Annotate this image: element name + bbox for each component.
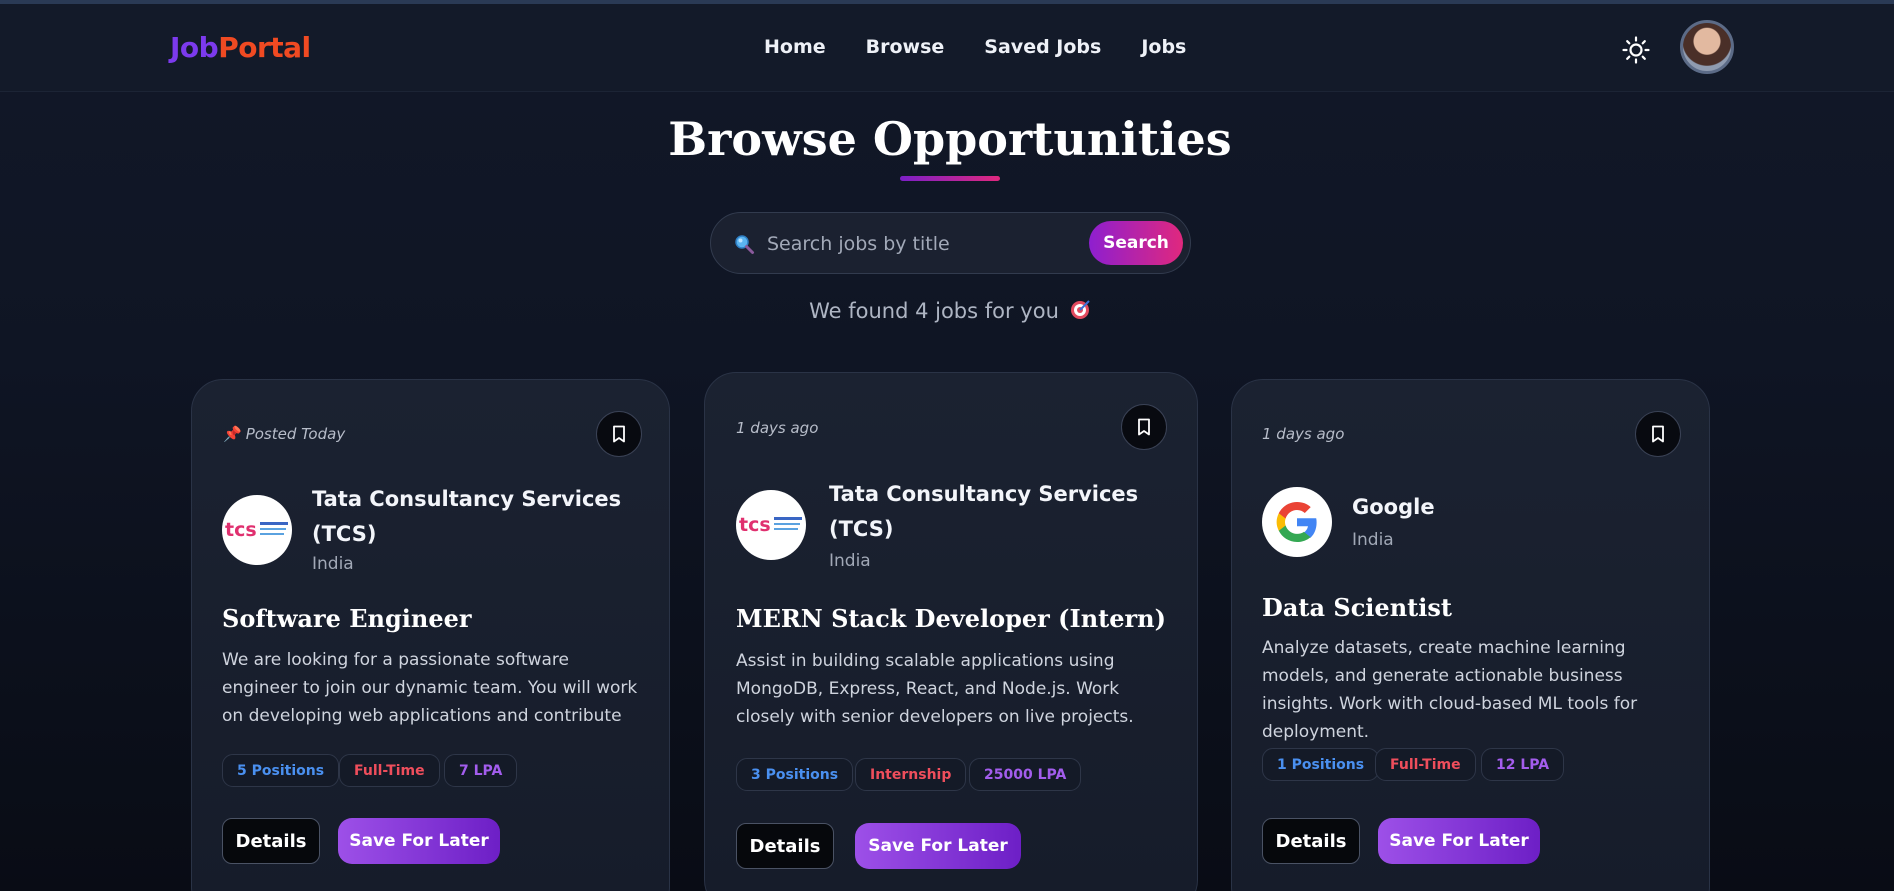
details-button[interactable]: Details (222, 818, 320, 864)
posted-date: 📌 Posted Today (223, 425, 345, 443)
job-description: Analyze datasets, create machine learnin… (1262, 638, 1638, 742)
save-for-later-button[interactable]: Save For Later (338, 818, 500, 864)
company-name: Tata Consultancy Services (TCS) (312, 487, 622, 546)
job-type-badge: Full-Time (1375, 748, 1476, 781)
svg-text:tcs: tcs (225, 519, 257, 541)
salary-badge: 7 LPA (444, 754, 518, 787)
results-count: We found 4 jobs for you (0, 298, 1894, 325)
positions-badge: 1 Positions (1262, 748, 1380, 781)
logo-portal-text: Portal (218, 31, 311, 64)
pin-icon: 📌 (223, 425, 242, 443)
job-title[interactable]: MERN Stack Developer (Intern) (736, 604, 1166, 633)
title-underline (900, 176, 1000, 181)
positions-badge: 3 Positions (736, 758, 854, 791)
search-button[interactable]: Search (1089, 221, 1183, 265)
page-title: Browse Opportunities (668, 112, 1232, 166)
results-text: We found 4 jobs for you (809, 299, 1059, 323)
posted-date: 1 days ago (736, 419, 819, 437)
job-card[interactable]: 1 days ago Google India Data Scientist A… (1231, 379, 1710, 891)
company-logo (1262, 487, 1332, 557)
company-logo: tcs (222, 495, 292, 565)
posted-date: 1 days ago (1262, 425, 1345, 443)
company-location: India (829, 551, 871, 571)
details-button[interactable]: Details (736, 823, 834, 869)
nav-jobs[interactable]: Jobs (1141, 36, 1186, 58)
logo[interactable]: JobPortal (170, 31, 311, 64)
job-description: We are looking for a passionate software… (222, 650, 638, 726)
navbar: JobPortal Home Browse Saved Jobs Jobs (0, 4, 1894, 92)
posted-text: Posted Today (245, 425, 346, 443)
google-logo-icon (1276, 502, 1317, 542)
tcs-logo-icon: tcs (225, 519, 288, 541)
save-for-later-button[interactable]: Save For Later (1378, 818, 1540, 864)
bookmark-button[interactable] (1121, 404, 1167, 450)
company-name: Google (1352, 495, 1435, 519)
salary-badge: 25000 LPA (969, 758, 1082, 791)
svg-text:tcs: tcs (739, 514, 771, 536)
user-avatar[interactable] (1680, 20, 1734, 74)
bookmark-button[interactable] (596, 411, 642, 457)
nav-home[interactable]: Home (764, 36, 826, 58)
nav-links: Home Browse Saved Jobs Jobs (764, 36, 1186, 58)
nav-browse[interactable]: Browse (866, 36, 945, 58)
bookmark-icon (1652, 425, 1664, 443)
job-title[interactable]: Software Engineer (222, 604, 472, 633)
bookmark-icon (1138, 418, 1150, 436)
company-name: Tata Consultancy Services (TCS) (829, 482, 1139, 541)
job-description: Assist in building scalable applications… (736, 651, 1134, 727)
dart-target-icon (1069, 298, 1091, 325)
sun-icon (1622, 36, 1650, 64)
company-logo: tcs (736, 490, 806, 560)
theme-toggle-button[interactable] (1620, 34, 1652, 66)
search-icon (735, 235, 754, 254)
company-location: India (1352, 530, 1394, 550)
search-input[interactable] (767, 228, 1087, 260)
bookmark-icon (613, 425, 625, 443)
logo-job-text: Job (170, 31, 219, 64)
positions-badge: 5 Positions (222, 754, 340, 787)
job-type-badge: Internship (855, 758, 967, 791)
company-location: India (312, 554, 354, 574)
save-for-later-button[interactable]: Save For Later (855, 823, 1021, 869)
job-card[interactable]: 1 days ago tcs Tata Consultancy Services… (704, 372, 1198, 891)
tcs-logo-icon: tcs (739, 514, 802, 536)
job-title[interactable]: Data Scientist (1262, 593, 1452, 622)
details-button[interactable]: Details (1262, 818, 1360, 864)
nav-saved-jobs[interactable]: Saved Jobs (984, 36, 1101, 58)
salary-badge: 12 LPA (1481, 748, 1565, 781)
job-card[interactable]: 📌 Posted Today tcs Tata Consultancy Servi… (191, 379, 670, 891)
job-type-badge: Full-Time (339, 754, 440, 787)
bookmark-button[interactable] (1635, 411, 1681, 457)
search-bar: Search (710, 212, 1191, 274)
